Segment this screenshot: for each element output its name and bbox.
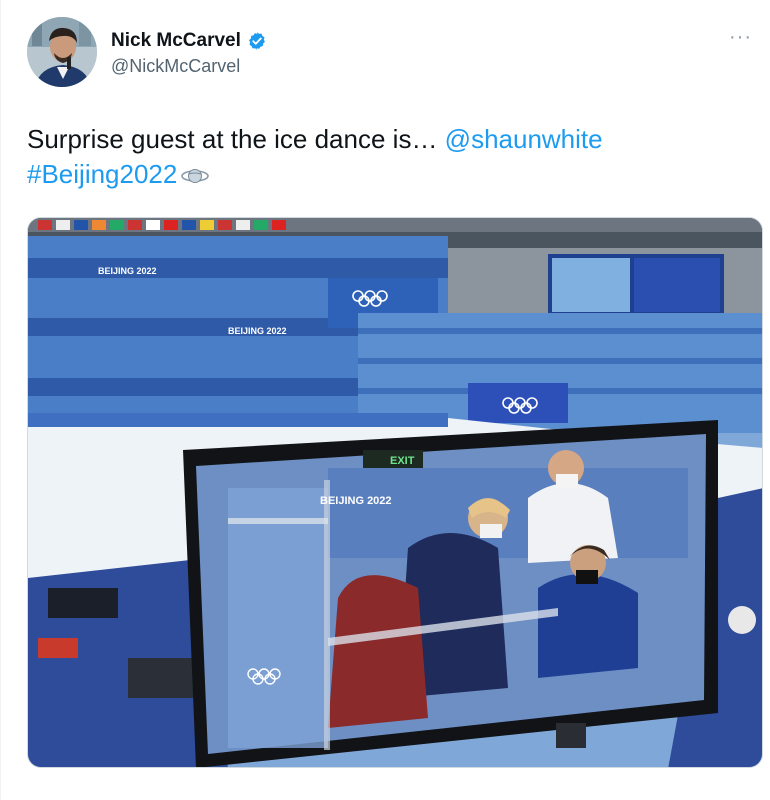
more-options-button[interactable]: ··· xyxy=(729,26,752,49)
author-display-name[interactable]: Nick McCarvel xyxy=(111,30,241,52)
author-handle[interactable]: @NickMcCarvel xyxy=(111,56,240,77)
svg-text:BEIJING 2022: BEIJING 2022 xyxy=(98,266,157,276)
tweet-text: Surprise guest at the ice dance is… @sha… xyxy=(27,122,737,192)
tweet-photo[interactable]: BEIJING 2022 BEIJING 2022 BEIJING 2022 E… xyxy=(27,217,763,768)
svg-text:EXIT: EXIT xyxy=(390,455,415,467)
svg-text:BEIJING 2022: BEIJING 2022 xyxy=(320,495,392,507)
arena-photo: BEIJING 2022 BEIJING 2022 BEIJING 2022 E… xyxy=(28,218,762,767)
author-name-row[interactable]: Nick McCarvel xyxy=(111,30,267,52)
tweet-card: Nick McCarvel @NickMcCarvel ··· Surprise… xyxy=(0,0,770,800)
verified-badge-icon xyxy=(248,32,265,50)
mention-link[interactable]: @shaunwhite xyxy=(445,124,603,154)
monitor: BEIJING 2022 EXIT xyxy=(183,420,718,767)
hashtag-link[interactable]: #Beijing2022 xyxy=(27,159,177,189)
avatar-photo xyxy=(27,17,97,87)
tweet-text-body: Surprise guest at the ice dance is… xyxy=(27,124,445,154)
svg-text:BEIJING 2022: BEIJING 2022 xyxy=(228,326,287,336)
avatar[interactable] xyxy=(27,17,97,87)
olympic-globe-icon xyxy=(181,169,210,184)
